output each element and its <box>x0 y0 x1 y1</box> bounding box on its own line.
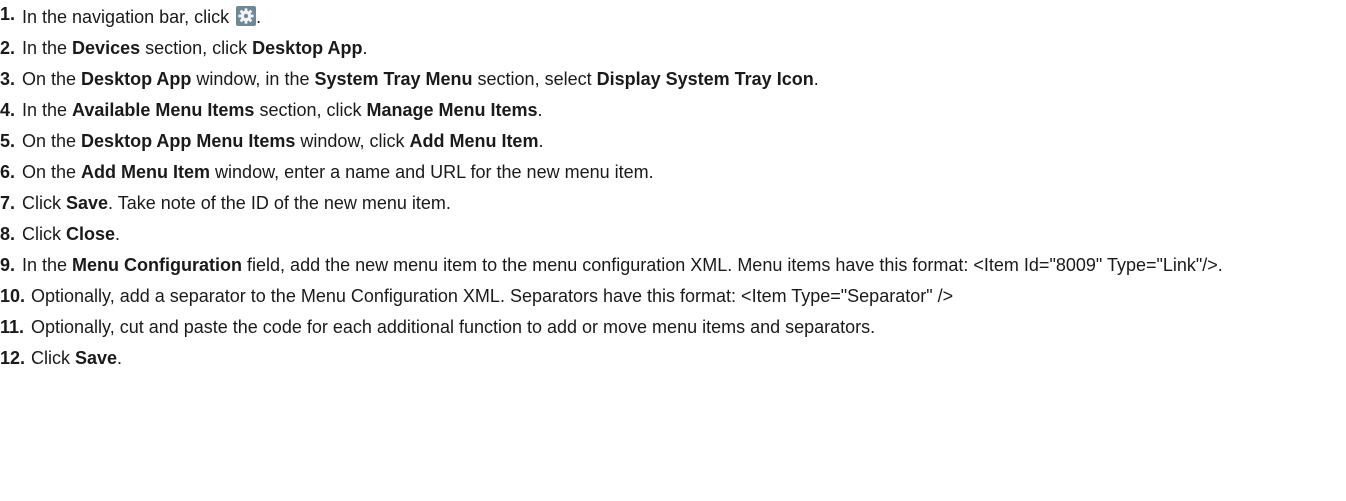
step-12: 12. Click Save. <box>0 346 1346 370</box>
step-6: 6. On the Add Menu Item window, enter a n… <box>0 160 1346 184</box>
step-text: In the <box>22 255 73 275</box>
step-number: 4. <box>0 100 16 120</box>
ui-term: Manage Menu Items <box>366 100 538 120</box>
step-3: 3. On the Desktop App window, in the Syst… <box>0 67 1346 91</box>
ui-term: Display System Tray Icon <box>596 69 814 89</box>
step-text: In the <box>22 100 73 120</box>
step-text: On the <box>22 69 82 89</box>
ui-term: System Tray Menu <box>314 69 473 89</box>
ui-term: Available Menu Items <box>72 100 255 120</box>
step-text: In the navigation bar, click <box>22 7 235 27</box>
ui-term: Save <box>75 348 118 368</box>
step-number: 1. <box>0 4 16 24</box>
step-2: 2. In the Devices section, click Desktop … <box>0 36 1346 60</box>
step-number: 10. <box>0 286 26 306</box>
step-7: 7. Click Save. Take note of the ID of the… <box>0 191 1346 215</box>
step-text: Optionally, add a separator to the Menu … <box>31 286 954 306</box>
step-text: field, add the new menu item to the menu… <box>242 255 1223 275</box>
ui-term: Add Menu Item <box>409 131 539 151</box>
step-text: On the <box>22 162 82 182</box>
step-text: Optionally, cut and paste the code for e… <box>31 317 876 337</box>
step-5: 5. On the Desktop App Menu Items window, … <box>0 129 1346 153</box>
step-text: . <box>813 69 819 89</box>
step-text: window, click <box>295 131 410 151</box>
step-10: 10. Optionally, add a separator to the Me… <box>0 284 1346 308</box>
step-text: Click <box>22 193 66 213</box>
step-text: . <box>256 7 262 27</box>
step-text: section, select <box>472 69 597 89</box>
step-1: 1. In the navigation bar, click . <box>0 4 1346 29</box>
ui-term: Add Menu Item <box>81 162 211 182</box>
step-text: Click <box>31 348 75 368</box>
ui-term: Save <box>66 193 109 213</box>
step-11: 11. Optionally, cut and paste the code fo… <box>0 315 1346 339</box>
step-text: section, click <box>254 100 367 120</box>
step-text: On the <box>22 131 82 151</box>
step-text: . <box>537 100 543 120</box>
step-text: Click <box>22 224 66 244</box>
step-number: 7. <box>0 193 16 213</box>
step-text: section, click <box>140 38 253 58</box>
procedure-step-list: 1. In the navigation bar, click . 2. In the… <box>0 0 1346 370</box>
step-9: 9. In the Menu Configuration field, add t… <box>0 253 1342 277</box>
step-8: 8. Click Close. <box>0 222 1346 246</box>
step-text: . <box>117 348 123 368</box>
step-number: 8. <box>0 224 16 244</box>
step-number: 11. <box>0 317 25 337</box>
ui-term: Desktop App <box>81 69 192 89</box>
step-number: 6. <box>0 162 16 182</box>
step-number: 12. <box>0 348 26 368</box>
ui-term: Desktop App Menu Items <box>81 131 296 151</box>
step-4: 4. In the Available Menu Items section, c… <box>0 98 1346 122</box>
step-text: window, in the <box>191 69 315 89</box>
ui-term: Devices <box>72 38 141 58</box>
step-text: In the <box>22 38 73 58</box>
step-text: window, enter a name and URL for the new… <box>210 162 654 182</box>
step-text: . <box>115 224 121 244</box>
ui-term: Desktop App <box>252 38 363 58</box>
ui-term: Menu Configuration <box>72 255 243 275</box>
step-text: . <box>538 131 544 151</box>
step-number: 2. <box>0 38 16 58</box>
step-number: 9. <box>0 255 16 275</box>
gear-icon <box>236 6 257 26</box>
step-number: 3. <box>0 69 16 89</box>
step-text: . <box>362 38 368 58</box>
step-text: . Take note of the ID of the new menu it… <box>108 193 451 213</box>
step-number: 5. <box>0 131 16 151</box>
ui-term: Close <box>66 224 116 244</box>
